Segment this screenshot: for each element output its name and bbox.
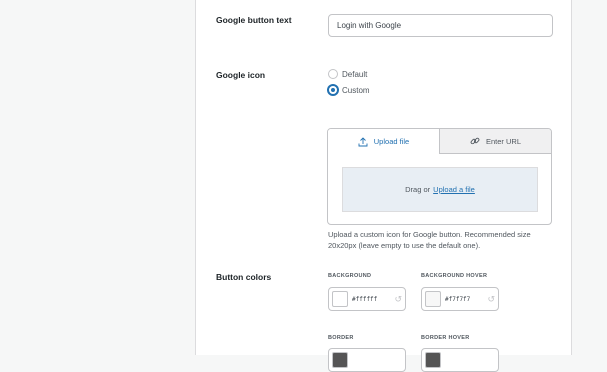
border-color-field[interactable] [328, 348, 406, 372]
button-colors-label: Button colors [216, 272, 272, 282]
tab-enter-url-label: Enter URL [485, 136, 521, 146]
background-hover-color-value[interactable]: #f7f7f7 [445, 296, 487, 303]
google-button-text-input[interactable]: Login with Google [328, 14, 553, 37]
background-color-swatch[interactable] [332, 291, 348, 307]
tab-upload-file-label: Upload file [373, 137, 410, 146]
tab-upload-file[interactable]: Upload file [328, 129, 439, 154]
background-color-field[interactable]: #ffffff ↺ [328, 287, 406, 311]
google-button-text-label: Google button text [216, 15, 292, 25]
background-hover-color-label: BACKGROUND HOVER [421, 273, 488, 279]
border-hover-color-swatch[interactable] [425, 352, 441, 368]
radio-option-custom[interactable]: Custom [328, 85, 370, 95]
icon-help-text: Upload a custom icon for Google button. … [328, 230, 531, 250]
reset-icon[interactable]: ↺ [394, 294, 402, 305]
radio-option-default[interactable]: Default [328, 69, 367, 79]
background-hover-color-swatch[interactable] [425, 291, 441, 307]
border-color-swatch[interactable] [332, 352, 348, 368]
reset-icon[interactable]: ↺ [487, 294, 495, 305]
upload-file-link[interactable]: Upload a file [433, 185, 475, 194]
tab-enter-url[interactable]: Enter URL [439, 129, 551, 154]
radio-custom-label: Custom [342, 85, 370, 95]
border-hover-color-field[interactable] [421, 348, 499, 372]
file-dropzone[interactable]: Drag or Upload a file [342, 167, 538, 212]
border-hover-color-label: BORDER HOVER [421, 335, 470, 341]
link-icon [470, 137, 480, 145]
icon-upload-box: Upload file Enter URL Drag or Upload a f… [327, 128, 552, 225]
background-color-value[interactable]: #ffffff [352, 296, 394, 303]
radio-custom-circle[interactable] [328, 85, 338, 95]
border-color-label: BORDER [328, 335, 354, 341]
background-color-label: BACKGROUND [328, 273, 372, 279]
radio-default-label: Default [342, 69, 368, 79]
radio-default-circle[interactable] [328, 69, 338, 79]
upload-tabs: Upload file Enter URL [328, 129, 551, 154]
upload-icon [358, 136, 368, 146]
google-icon-label: Google icon [216, 70, 266, 80]
dropzone-text: Drag or [405, 185, 431, 194]
background-hover-color-field[interactable]: #f7f7f7 ↺ [421, 287, 499, 311]
